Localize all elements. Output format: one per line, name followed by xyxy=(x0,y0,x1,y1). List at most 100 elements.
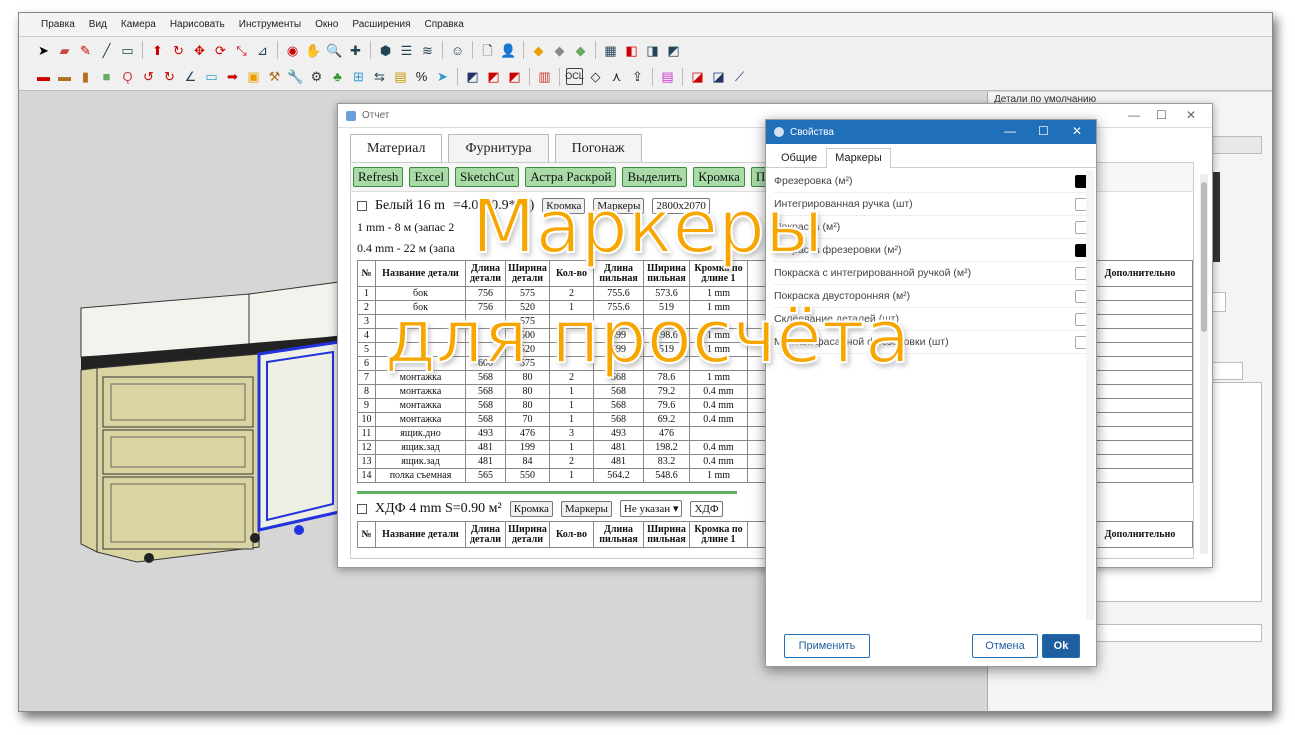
menu-edit[interactable]: Правка xyxy=(41,19,75,30)
tool-b-icon[interactable]: ◪ xyxy=(710,68,727,85)
slash-red2-icon[interactable]: ◩ xyxy=(506,68,523,85)
rectangle-icon[interactable]: ▭ xyxy=(119,42,136,59)
zoom-icon[interactable]: 🔍 xyxy=(326,42,343,59)
menu-draw[interactable]: Нарисовать xyxy=(170,19,225,30)
slash-red-icon[interactable]: ◩ xyxy=(485,68,502,85)
styles-icon[interactable]: ≋ xyxy=(419,42,436,59)
menu-extensions[interactable]: Расширения xyxy=(352,19,410,30)
cube-icon[interactable]: ■ xyxy=(98,68,115,85)
tab-general[interactable]: Общие xyxy=(772,148,826,167)
menu-tools[interactable]: Инструменты xyxy=(239,19,301,30)
menu-view[interactable]: Вид xyxy=(89,19,107,30)
percent-icon[interactable]: % xyxy=(413,68,430,85)
wrench-icon[interactable]: 🔧 xyxy=(287,68,304,85)
ok-button[interactable]: Ok xyxy=(1042,634,1080,658)
cancel-button[interactable]: Отмена xyxy=(972,634,1038,658)
menu-help[interactable]: Справка xyxy=(425,19,464,30)
marker-item[interactable]: Покраска с интегрированной ручкой (м²) xyxy=(774,262,1088,285)
minimize-icon[interactable]: — xyxy=(1128,108,1140,122)
axes-icon[interactable]: ⋏ xyxy=(608,68,625,85)
close-icon[interactable]: ✕ xyxy=(1186,108,1196,122)
slash-blue-icon[interactable]: ◩ xyxy=(464,68,481,85)
box-gray-icon[interactable]: ◆ xyxy=(551,42,568,59)
angle-icon[interactable]: ∠ xyxy=(182,68,199,85)
swap-icon[interactable]: ⇆ xyxy=(371,68,388,85)
pushpull-icon[interactable]: ⬆ xyxy=(149,42,166,59)
rotate-icon[interactable]: ⟳ xyxy=(212,42,229,59)
package-icon[interactable]: ▤ xyxy=(392,68,409,85)
shelf-icon[interactable]: ▬ xyxy=(56,68,73,85)
props-maximize-icon[interactable]: ☐ xyxy=(1038,124,1049,138)
follow-me-icon[interactable]: ↻ xyxy=(170,42,187,59)
box-yellow-icon[interactable]: ◆ xyxy=(530,42,547,59)
report-scrollbar[interactable] xyxy=(1200,174,1208,554)
pink-icon[interactable]: ▤ xyxy=(659,68,676,85)
select-arrow-icon[interactable]: ➤ xyxy=(35,42,52,59)
offset-icon[interactable]: ⊿ xyxy=(254,42,271,59)
material-2-checkbox[interactable] xyxy=(357,503,367,514)
marker-item[interactable]: Покраска двусторонняя (м²) xyxy=(774,285,1088,308)
props-close-icon[interactable]: ✕ xyxy=(1072,124,1082,138)
pencil-icon[interactable]: ✎ xyxy=(77,42,94,59)
material-1-kromka-button[interactable]: Кромка xyxy=(542,198,586,214)
gear-icon[interactable]: ⚙ xyxy=(308,68,325,85)
material-2-material-select[interactable]: ХДФ xyxy=(690,500,723,517)
line-icon[interactable]: ╱ xyxy=(98,42,115,59)
material-1-checkbox[interactable] xyxy=(357,201,367,211)
marker-item[interactable]: Фрезеровка (м²) xyxy=(774,170,1088,193)
tab-markers[interactable]: Маркеры xyxy=(826,148,891,168)
material-2-markery-button[interactable]: Маркеры xyxy=(560,500,612,517)
tab-pogonazh[interactable]: Погонаж xyxy=(554,134,642,162)
frames-icon[interactable]: ◧ xyxy=(623,42,640,59)
marker-item[interactable]: Покраска фрезеровки (м²) xyxy=(774,239,1088,262)
person-icon[interactable]: 👤 xyxy=(500,42,517,59)
user-icon[interactable]: ☺ xyxy=(449,42,466,59)
props-minimize-icon[interactable]: — xyxy=(1004,124,1016,138)
tab-material[interactable]: Материал xyxy=(350,134,443,162)
panel-icon[interactable]: ▬ xyxy=(35,68,52,85)
grid-icon[interactable]: ▦ xyxy=(602,42,619,59)
select-button[interactable]: Выделить xyxy=(622,167,688,187)
table-icon[interactable]: ⊞ xyxy=(350,68,367,85)
rotate90b-icon[interactable]: ↻ xyxy=(161,68,178,85)
export-icon[interactable]: ⇪ xyxy=(629,68,646,85)
astra-button[interactable]: Астра Раскрой xyxy=(525,167,617,187)
move-icon[interactable]: ✥ xyxy=(191,42,208,59)
properties-scrollbar[interactable] xyxy=(1086,170,1094,620)
report-scroll-thumb[interactable] xyxy=(1201,182,1207,332)
hinge-icon[interactable]: ▣ xyxy=(245,68,262,85)
edge-icon[interactable]: Ǫ xyxy=(119,68,136,85)
apply-button[interactable]: Применить xyxy=(784,634,870,658)
tool-a-icon[interactable]: ◪ xyxy=(689,68,706,85)
box-green-icon[interactable]: ◆ xyxy=(572,42,589,59)
drill-icon[interactable]: ➡ xyxy=(224,68,241,85)
menu-window[interactable]: Окно xyxy=(315,19,338,30)
material-1-markery-button[interactable]: Маркеры xyxy=(593,198,645,214)
send-icon[interactable]: ➤ xyxy=(434,68,451,85)
bag-icon[interactable]: ▥ xyxy=(536,68,553,85)
menu-camera[interactable]: Камера xyxy=(121,19,156,30)
layers-icon[interactable]: ☰ xyxy=(398,42,415,59)
excel-button[interactable]: Excel xyxy=(409,167,450,187)
marker-item[interactable]: Монтаж фасадной фрезеровки (шт) xyxy=(774,331,1088,354)
tab-furnitura[interactable]: Фурнитура xyxy=(448,134,549,162)
refresh-button[interactable]: Refresh xyxy=(353,167,404,187)
plant-icon[interactable]: ♣ xyxy=(329,68,346,85)
material-1-size-select[interactable]: 2800x2070 xyxy=(652,198,710,214)
marker-item[interactable]: Склеевание деталей (шт) xyxy=(774,308,1088,331)
scale-icon[interactable]: ⤡ xyxy=(233,42,250,59)
rotate90-icon[interactable]: ↺ xyxy=(140,68,157,85)
ruler-icon[interactable]: ▭ xyxy=(203,68,220,85)
maximize-icon[interactable]: ☐ xyxy=(1156,108,1167,122)
material-2-kromka-button[interactable]: Кромка xyxy=(509,500,553,517)
tool-c-icon[interactable]: ⟋ xyxy=(731,68,748,85)
material-2-type-select[interactable]: Не указан ▾ xyxy=(619,500,683,517)
hammer-icon[interactable]: ⚒ xyxy=(266,68,283,85)
frames3-icon[interactable]: ◩ xyxy=(665,42,682,59)
tag-icon[interactable]: ◇ xyxy=(587,68,604,85)
marker-item[interactable]: Интегрированная ручка (шт) xyxy=(774,193,1088,216)
eraser-icon[interactable]: ▰ xyxy=(56,42,73,59)
marker-item[interactable]: Покраска (м²) xyxy=(774,216,1088,239)
new-file-icon[interactable]: 🗋 xyxy=(479,42,496,59)
zoom-extents-icon[interactable]: ✚ xyxy=(347,42,364,59)
